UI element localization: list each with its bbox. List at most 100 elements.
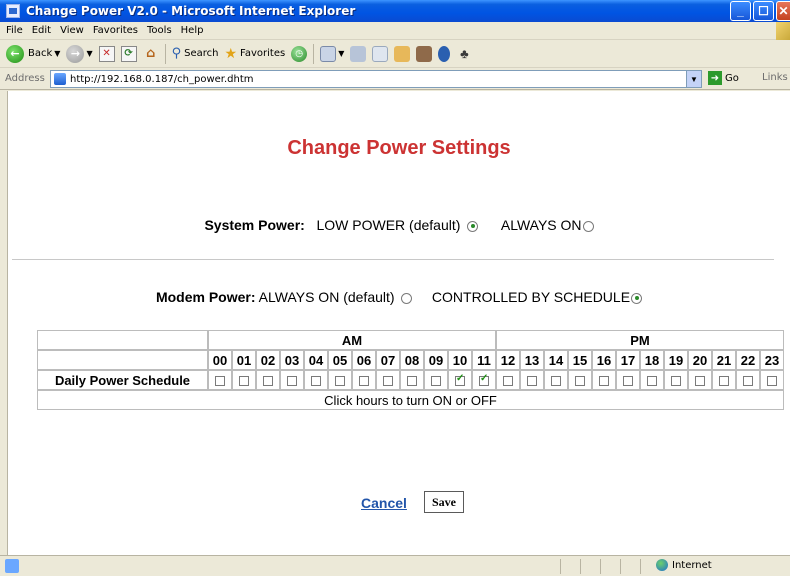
system-power-always-on-radio[interactable]: [582, 220, 594, 232]
mail-button[interactable]: ▼: [320, 45, 344, 62]
back-dropdown-icon[interactable]: ▼: [54, 49, 60, 58]
save-button[interactable]: Save: [424, 491, 464, 513]
back-button[interactable]: ← Back ▼: [6, 44, 60, 63]
schedule-hint: Click hours to turn ON or OFF: [37, 390, 784, 410]
hour-checkbox-14[interactable]: [551, 376, 561, 387]
edit-icon[interactable]: [372, 45, 389, 62]
menu-tools[interactable]: Tools: [147, 25, 172, 36]
messenger-icon[interactable]: ♣: [456, 46, 472, 62]
hour-checkbox-04[interactable]: [311, 376, 321, 387]
maximize-button[interactable]: ☐: [753, 1, 774, 21]
hour-checkbox-11[interactable]: [479, 373, 489, 387]
hour-header-13: 13: [520, 350, 544, 370]
window-title: Change Power V2.0 - Microsoft Internet E…: [26, 4, 356, 18]
hour-cell-06: [352, 370, 376, 390]
hours-corner-cell: [37, 350, 208, 370]
hour-checkbox-10[interactable]: [455, 373, 465, 387]
hour-cell-09: [424, 370, 448, 390]
address-dropdown-icon[interactable]: ▼: [686, 71, 701, 87]
home-button[interactable]: ⌂: [143, 46, 159, 62]
menu-favorites[interactable]: Favorites: [93, 25, 138, 36]
modem-power-always-on-radio[interactable]: [401, 292, 413, 304]
minimize-button[interactable]: _: [730, 1, 751, 21]
hour-header-05: 05: [328, 350, 352, 370]
status-segment: [640, 559, 641, 574]
system-power-low-radio[interactable]: [467, 220, 479, 232]
hour-header-03: 03: [280, 350, 304, 370]
daily-power-schedule-label: Daily Power Schedule: [37, 370, 208, 390]
hour-checkbox-01[interactable]: [239, 376, 249, 387]
hour-header-11: 11: [472, 350, 496, 370]
go-button[interactable]: ➜ Go: [708, 71, 739, 85]
modem-power-schedule-label: CONTROLLED BY SCHEDULE: [431, 289, 631, 305]
hour-cell-02: [256, 370, 280, 390]
hour-cell-21: [712, 370, 736, 390]
hour-checkbox-09[interactable]: [431, 376, 441, 387]
hour-checkbox-20[interactable]: [695, 376, 705, 387]
internet-globe-icon: [656, 559, 668, 571]
toolbar-separator: [164, 43, 166, 64]
status-segment: [620, 559, 621, 574]
hour-checkbox-22[interactable]: [743, 376, 753, 387]
page-status-icon: [5, 559, 19, 573]
menu-edit[interactable]: Edit: [32, 25, 51, 36]
mail-dropdown-icon[interactable]: ▼: [338, 49, 344, 58]
hour-cell-16: [592, 370, 616, 390]
search-button[interactable]: ⚲ Search: [172, 46, 219, 61]
bluetooth-icon[interactable]: [438, 45, 451, 62]
status-segment: [560, 559, 561, 574]
menu-bar: File Edit View Favorites Tools Help: [0, 22, 790, 40]
hour-checkbox-03[interactable]: [287, 376, 297, 387]
research-icon[interactable]: [416, 45, 433, 62]
hour-checkbox-00[interactable]: [215, 376, 225, 387]
forward-button[interactable]: → ▼: [66, 44, 93, 63]
hour-checkbox-17[interactable]: [623, 376, 633, 387]
hour-checkbox-18[interactable]: [647, 376, 657, 387]
hour-checkbox-08[interactable]: [407, 376, 417, 387]
hour-checkbox-06[interactable]: [359, 376, 369, 387]
hour-header-08: 08: [400, 350, 424, 370]
hour-checkbox-07[interactable]: [383, 376, 393, 387]
hour-checkbox-05[interactable]: [335, 376, 345, 387]
hour-checkbox-12[interactable]: [503, 376, 513, 387]
hour-checkbox-23[interactable]: [767, 376, 777, 387]
schedule-hours-row: 00 01 02 03 04 05 06 07 08 09 10 11 12 13 14 15 16 17 18 19…: [37, 350, 784, 370]
hour-checkbox-19[interactable]: [671, 376, 681, 387]
refresh-button[interactable]: ⟳: [120, 45, 137, 62]
close-button[interactable]: ✕: [776, 1, 790, 21]
refresh-icon: ⟳: [120, 45, 137, 62]
hour-cell-13: [520, 370, 544, 390]
discuss-icon[interactable]: [394, 45, 411, 62]
print-icon[interactable]: [350, 45, 367, 62]
toolbar: ← Back ▼ → ▼ ✕ ⟳ ⌂ ⚲ Search ★ Favorites …: [0, 40, 790, 68]
hour-cell-17: [616, 370, 640, 390]
hour-header-14: 14: [544, 350, 568, 370]
schedule-hint-row: Click hours to turn ON or OFF: [37, 390, 784, 410]
page-title: Change Power Settings: [287, 137, 511, 159]
hour-header-00: 00: [208, 350, 232, 370]
hour-checkbox-21[interactable]: [719, 376, 729, 387]
stop-button[interactable]: ✕: [98, 45, 115, 62]
ie-page-icon: [6, 4, 20, 18]
hour-checkbox-16[interactable]: [599, 376, 609, 387]
menu-help[interactable]: Help: [181, 25, 204, 36]
hour-checkbox-15[interactable]: [575, 376, 585, 387]
hour-cell-22: [736, 370, 760, 390]
history-button[interactable]: ◷: [291, 45, 308, 62]
left-frame-edge: [0, 91, 8, 555]
address-input[interactable]: http://192.168.0.187/ch_power.dhtm ▼: [50, 70, 702, 88]
forward-dropdown-icon[interactable]: ▼: [86, 49, 92, 58]
hour-checkbox-02[interactable]: [263, 376, 273, 387]
system-power-label: System Power:: [204, 217, 305, 233]
favorites-button[interactable]: ★ Favorites: [224, 46, 285, 62]
menu-file[interactable]: File: [6, 25, 23, 36]
modem-power-schedule-radio[interactable]: [631, 292, 643, 304]
form-actions: Cancel Save: [8, 491, 790, 515]
system-power-low-label: LOW POWER (default): [316, 217, 461, 233]
hour-cell-08: [400, 370, 424, 390]
menu-view[interactable]: View: [60, 25, 84, 36]
toolbar-separator: [313, 43, 315, 64]
cancel-link[interactable]: Cancel: [361, 495, 407, 511]
links-button[interactable]: Links: [762, 72, 788, 83]
hour-checkbox-13[interactable]: [527, 376, 537, 387]
